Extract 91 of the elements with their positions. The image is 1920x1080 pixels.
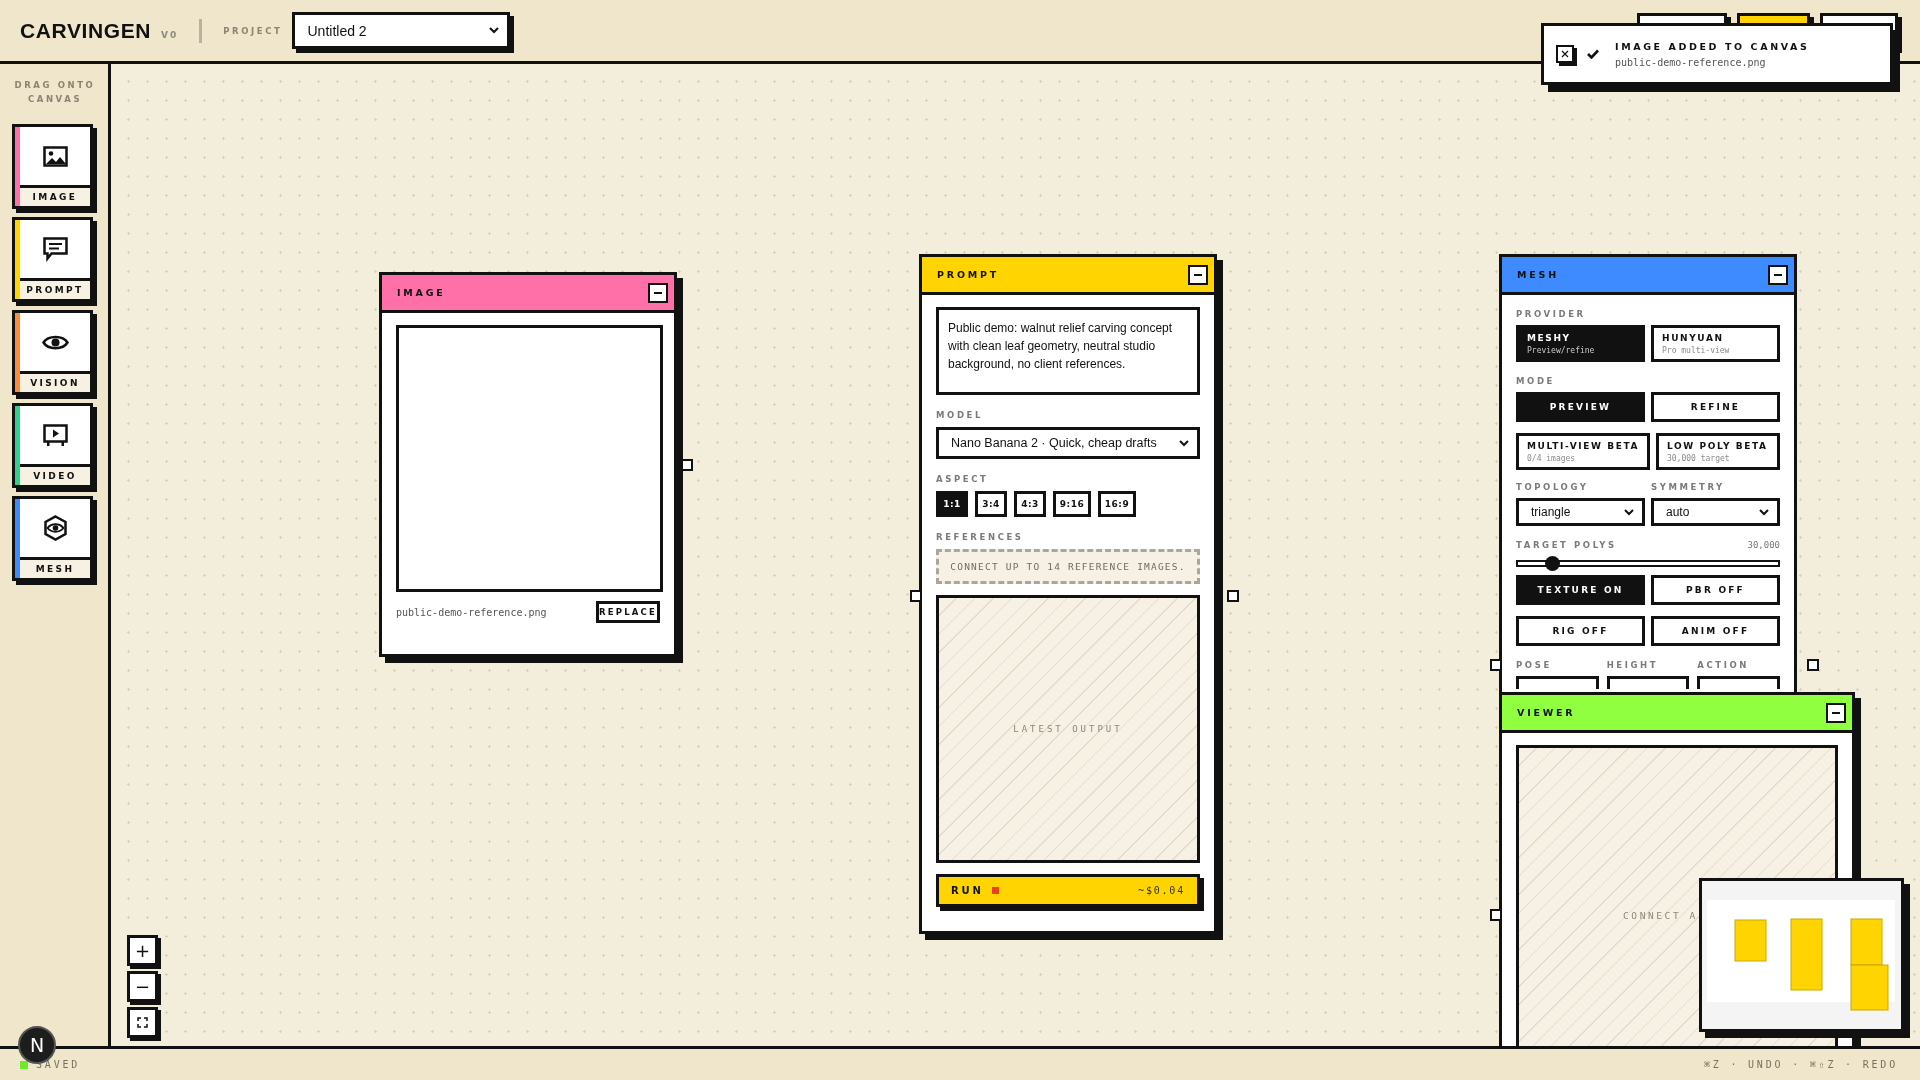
option-name: HUNYUAN <box>1662 332 1724 343</box>
node-title: VIEWER <box>1517 707 1576 718</box>
option-description: 30,000 target <box>1667 453 1730 463</box>
field-label: REFERENCES <box>936 532 1025 542</box>
minimize-icon <box>654 291 662 294</box>
field-label: ACTION <box>1697 660 1751 670</box>
field-label: MODEL <box>936 410 984 420</box>
close-button[interactable] <box>1556 45 1574 63</box>
mode-option[interactable]: PREVIEW <box>1516 392 1645 422</box>
input-field[interactable] <box>1697 676 1780 689</box>
connection-port[interactable] <box>1227 590 1239 602</box>
input-field[interactable] <box>1606 676 1690 689</box>
toggle-button[interactable]: ANIM OFF <box>1651 616 1780 646</box>
aspect-option[interactable]: 4:3 <box>1014 491 1046 517</box>
slider-value: 30,000 <box>1747 540 1780 550</box>
zoom-button[interactable]: + <box>127 935 158 966</box>
minimize-button[interactable] <box>1826 702 1846 723</box>
field-label: SYMMETRY <box>1651 482 1726 492</box>
play-screen-icon <box>42 423 68 447</box>
minimize-icon <box>1774 273 1782 276</box>
provider-option[interactable]: MESHY Preview/refine <box>1516 325 1645 362</box>
toast-message: public-demo-reference.png <box>1615 56 1767 68</box>
aspect-option[interactable]: 3:4 <box>975 491 1007 517</box>
chevron-icon <box>1759 508 1769 516</box>
option-description: Pro multi-view <box>1662 345 1730 355</box>
option-name: MULTI-VIEW BETA <box>1527 440 1639 451</box>
replace-button[interactable]: REPLACE <box>596 601 660 623</box>
node-title: MESH <box>1517 269 1559 280</box>
shortcut-hint: ⌘Z · UNDO · ⌘⇧Z · REDO <box>1703 1059 1898 1070</box>
status-square-icon <box>991 887 999 894</box>
reference-dropzone[interactable]: CONNECT UP TO 14 REFERENCE IMAGES. <box>936 549 1200 584</box>
provider-option[interactable]: HUNYUAN Pro multi-view <box>1651 325 1780 362</box>
field-label: MODE <box>1516 376 1556 386</box>
file-name: public-demo-reference.png <box>396 606 547 618</box>
eye-icon <box>41 333 69 351</box>
connection-port[interactable] <box>910 590 922 602</box>
option-description: 0/4 images <box>1527 453 1576 463</box>
field-label: HEIGHT <box>1606 660 1660 670</box>
toggle-button[interactable]: PBR OFF <box>1651 575 1780 605</box>
hexagon-eye-icon <box>42 515 68 541</box>
cost-label: ~$0.04 <box>1138 885 1185 896</box>
field-label: TARGET POLYS <box>1516 540 1617 550</box>
slider-thumb[interactable] <box>1544 556 1560 571</box>
minimize-button[interactable] <box>1188 264 1208 285</box>
minimize-icon <box>1194 273 1202 276</box>
mode-option[interactable]: LOW POLY BETA 30,000 target <box>1656 433 1780 470</box>
option-name: LOW POLY BETA <box>1667 440 1768 451</box>
minimize-button[interactable] <box>648 282 668 303</box>
topology-select[interactable]: triangle <box>1516 498 1645 526</box>
zoom-button[interactable]: − <box>127 971 158 1002</box>
mode-option[interactable]: MULTI-VIEW BETA 0/4 images <box>1516 433 1650 470</box>
chevron-icon <box>1624 508 1634 516</box>
field-label: PROVIDER <box>1516 309 1587 319</box>
connection-port[interactable] <box>1807 659 1819 671</box>
chevron-icon <box>1179 439 1189 447</box>
field-label: ASPECT <box>936 474 990 484</box>
placeholder-text: CONNECT A <box>1623 910 1698 921</box>
input-field[interactable] <box>1516 676 1599 689</box>
fit-view-icon <box>137 1017 148 1028</box>
mode-option[interactable]: REFINE <box>1651 392 1780 422</box>
field-label: TOPOLOGY <box>1516 482 1590 492</box>
sidebar-title: DRAG ONTO CANVAS <box>13 79 97 106</box>
version-label: V0 <box>161 29 179 40</box>
aspect-option[interactable]: 1:1 <box>936 491 968 517</box>
connection-port[interactable] <box>681 459 693 471</box>
app-logo: CARVINGEN <box>20 18 152 43</box>
node-title: IMAGE <box>397 287 446 298</box>
node-title: PROMPT <box>937 269 1000 280</box>
field-label: POSE <box>1516 660 1553 670</box>
chevron-icon <box>489 27 500 34</box>
close-icon <box>1561 50 1569 58</box>
toggle-button[interactable]: TEXTURE ON <box>1516 575 1645 605</box>
project-label: PROJECT <box>223 25 283 36</box>
toggle-button[interactable]: RIG OFF <box>1516 616 1645 646</box>
image-icon <box>42 145 68 167</box>
check-icon <box>1587 49 1599 59</box>
speech-bubble-icon <box>42 236 68 262</box>
connection-port[interactable] <box>1490 659 1502 671</box>
prompt-field[interactable]: Public demo: walnut relief carving concept with clean leaf geometry, neutral studio background, no client references. <box>936 307 1200 395</box>
symmetry-select[interactable]: auto <box>1651 498 1780 526</box>
minimize-icon <box>1832 711 1840 714</box>
fit-view-button[interactable] <box>127 1007 158 1038</box>
minimize-button[interactable] <box>1768 264 1788 285</box>
model-select[interactable]: Nano Banana 2 · Quick, cheap drafts <box>936 427 1200 459</box>
aspect-option[interactable]: 9:16 <box>1053 491 1091 517</box>
option-name: MESHY <box>1527 332 1571 343</box>
toast-title: IMAGE ADDED TO CANVAS <box>1615 40 1810 52</box>
aspect-option[interactable]: 16:9 <box>1098 491 1136 517</box>
placeholder-text: LATEST OUTPUT <box>1013 724 1123 734</box>
connection-port[interactable] <box>1490 909 1502 921</box>
option-description: Preview/refine <box>1527 345 1595 355</box>
